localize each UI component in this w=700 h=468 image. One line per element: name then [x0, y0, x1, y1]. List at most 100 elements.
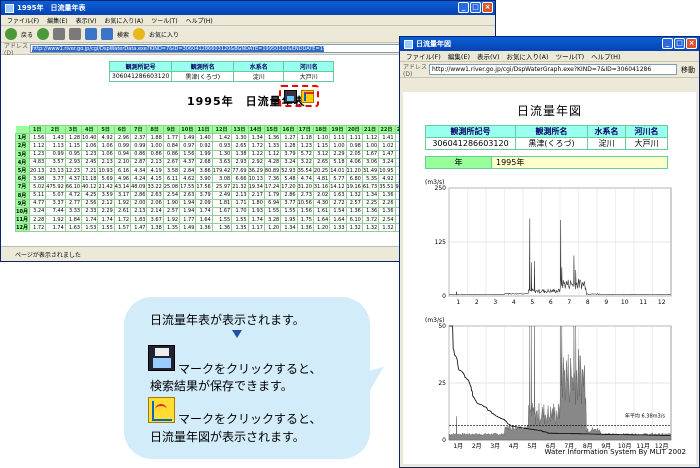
- back-label[interactable]: 戻る: [21, 30, 33, 39]
- flow-cell: 5.07: [45, 190, 66, 200]
- address-input[interactable]: http://www1.river.go.jp/cgi/DspWaterGrap…: [429, 64, 677, 75]
- river-system-header: 水系名: [587, 125, 626, 138]
- menu-help[interactable]: ヘルプ(H): [591, 51, 620, 61]
- menu-favorites[interactable]: お気に入り(A): [507, 51, 549, 61]
- flow-cell: 1.74: [45, 223, 66, 233]
- day-header: 13日: [231, 124, 249, 135]
- flow-cell: 1.20: [263, 223, 282, 233]
- day-header: 6日: [113, 124, 132, 135]
- menu-tools[interactable]: ツール(T): [556, 51, 585, 61]
- flow-cell: 1.38: [231, 149, 249, 159]
- flow-cell: 1.11: [345, 133, 363, 143]
- daily-flow-chart-linear: (m3/s)25012501 2 3 4 5 6 7 8 9 10 11 12: [425, 179, 672, 306]
- flow-cell: 4.96: [113, 174, 132, 184]
- flow-cell: 2.84: [179, 165, 197, 176]
- flow-cell: 0.86: [130, 149, 148, 159]
- menu-edit[interactable]: 編集(E): [47, 16, 67, 25]
- ie-icon: [5, 3, 14, 13]
- go-button[interactable]: 移動: [681, 65, 695, 75]
- river-name-value: 大戸川: [283, 71, 335, 82]
- menu-tools[interactable]: ツール(T): [151, 16, 177, 25]
- close-button[interactable]: ×: [686, 38, 697, 49]
- flow-cell: 1.56: [28, 133, 47, 143]
- x-tick-label: 12: [658, 299, 666, 306]
- flow-cell: 1.92: [162, 215, 181, 225]
- flow-cell: 2.65: [312, 157, 331, 167]
- flow-cell: 4.77: [28, 198, 47, 208]
- forward-icon[interactable]: [37, 28, 50, 40]
- flow-cell: 3.08: [211, 174, 233, 184]
- x-tick-label: 2月: [472, 443, 482, 450]
- flow-cell: 2.10: [113, 157, 132, 167]
- day-header: 15日: [263, 124, 282, 135]
- maximize-button[interactable]: □: [470, 2, 481, 13]
- menu-view[interactable]: 表示(V): [76, 16, 97, 25]
- home-icon[interactable]: [85, 28, 98, 40]
- favorites-label[interactable]: お気に入り: [149, 30, 179, 39]
- stop-icon[interactable]: [53, 28, 66, 40]
- flow-cell: 10.13: [247, 174, 265, 184]
- flow-cell: 2.29: [329, 149, 347, 159]
- flow-cell: 1.74: [195, 206, 213, 217]
- refresh-icon[interactable]: [69, 28, 82, 40]
- flow-cell: 1.74: [97, 215, 115, 225]
- callout-line-1: 日流量年表が表示されます。: [150, 313, 305, 327]
- river-system-header: 水系名: [233, 61, 285, 72]
- flow-cell: 1.32: [345, 190, 363, 200]
- down-arrow-icon: [232, 330, 242, 338]
- flow-cell: 3.24: [280, 157, 298, 167]
- maximize-button[interactable]: □: [674, 38, 685, 49]
- flow-cell: 61.73: [361, 182, 380, 192]
- day-header: 14日: [247, 124, 265, 135]
- y-tick-label: 250: [435, 185, 447, 192]
- table-row: 8月 5.11 5.07 4.72 4.25 3.59 3.17 2.86 2.63 2.54 2.…: [15, 190, 445, 200]
- x-tick-label: 5: [530, 299, 534, 306]
- save-icon[interactable]: [284, 90, 297, 103]
- table-row: 7月 5.02 475.92 66.10 40.12 21.42 43.14 48.09 33.…: [15, 182, 445, 192]
- menu-file[interactable]: ファイル(F): [406, 51, 441, 61]
- minimize-button[interactable]: _: [662, 38, 673, 49]
- address-label: アドレス(D): [403, 63, 428, 78]
- search-label[interactable]: 検索: [117, 30, 129, 39]
- month-label: 4月: [15, 157, 30, 167]
- flow-cell: 2.13: [97, 157, 115, 167]
- x-tick-label: 3月: [490, 443, 500, 450]
- results-window-titlebar: 1995年 日流量年表 _ □ ×: [1, 1, 495, 15]
- flow-cell: 1.32: [345, 223, 363, 233]
- flow-cell: 1.36: [263, 133, 282, 143]
- station-name-value: 黒津(くろづ): [171, 71, 235, 82]
- menu-view[interactable]: 表示(V): [477, 51, 500, 61]
- flow-cell: 3.90: [195, 174, 213, 184]
- flow-cell: 3.86: [195, 165, 213, 176]
- menu-file[interactable]: ファイル(F): [7, 16, 39, 25]
- graph-page-title: 日流量年図: [516, 104, 582, 118]
- back-icon[interactable]: [5, 28, 17, 40]
- favorites-icon[interactable]: [133, 28, 146, 40]
- flow-cell: 6.10: [345, 215, 363, 225]
- table-row: 2月 1.12 1.13 1.15 1.06 1.06 0.99 0.99 1.00 0.84 0.…: [15, 141, 445, 151]
- flow-cell: 1.55: [211, 215, 233, 225]
- flow-cell: 1.80: [247, 198, 265, 208]
- x-tick-label: 4: [512, 299, 516, 306]
- graph-window-titlebar: 日流量年図 _ □ ×: [400, 37, 699, 51]
- month-label: 2月: [15, 141, 30, 151]
- close-button[interactable]: ×: [482, 2, 493, 13]
- flow-cell: 1.95: [280, 215, 298, 225]
- minimize-button[interactable]: _: [458, 2, 469, 13]
- month-label: 5月: [15, 165, 30, 176]
- flow-cell: 1.35: [231, 223, 249, 233]
- search-icon[interactable]: [101, 28, 114, 40]
- month-label: 11月: [15, 215, 30, 225]
- graph-page: 日流量年図 観測所記号 観測所名 水系名 河川名 306041286603120…: [403, 92, 696, 464]
- flow-cell: 66.10: [64, 182, 83, 192]
- flow-cell: 17.20: [280, 182, 298, 192]
- flow-cell: 1.63: [64, 223, 83, 233]
- flow-cell: 1.15: [64, 141, 83, 151]
- flow-cell: 31.16: [312, 182, 331, 192]
- menu-edit[interactable]: 編集(E): [448, 51, 470, 61]
- menu-help[interactable]: ヘルプ(H): [186, 16, 213, 25]
- flow-cell: 3.24: [28, 206, 47, 217]
- menu-favorites[interactable]: お気に入り(A): [104, 16, 143, 25]
- graph-icon[interactable]: [301, 90, 314, 103]
- table-row: 10月 3.24 7.44 3.33 2.33 2.29 2.61 2.13 2.14 2.57 1…: [15, 206, 445, 217]
